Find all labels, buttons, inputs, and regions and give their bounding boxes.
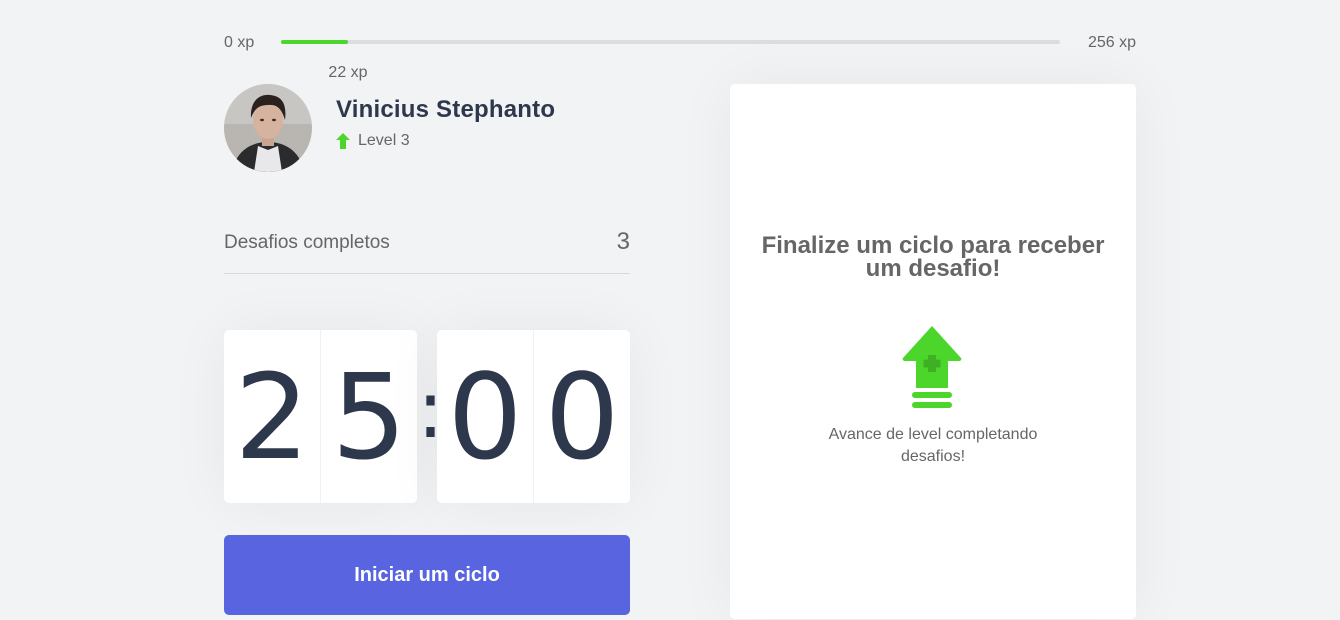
challenge-title: Finalize um ciclo para receber um desafi… (761, 232, 1105, 282)
minutes-ones-digit: 5 (320, 330, 417, 503)
level-up-arrow-icon (902, 326, 962, 408)
level-up-arrow-icon (336, 133, 350, 149)
completed-challenges-count: 3 (616, 228, 630, 255)
countdown-minutes: 2 5 (224, 330, 417, 503)
minutes-tens-digit: 2 (234, 347, 310, 486)
xp-progress-fill (281, 40, 348, 44)
xp-current-label: 22 xp (328, 64, 368, 81)
profile: Vinicius Stephanto Level 3 (224, 84, 630, 172)
countdown-seconds: 0 0 (437, 330, 630, 503)
profile-level: Level 3 (336, 132, 555, 150)
xp-max-label: 256 xp (1087, 34, 1136, 51)
avatar (224, 84, 312, 172)
experience-bar: 0 xp 22 xp 256 xp (224, 30, 1136, 81)
challenge-description: Avance de level completando desafios! (828, 426, 1038, 465)
xp-track: 22 xp (281, 40, 1060, 81)
completed-challenges: Desafios completos 3 (224, 228, 630, 274)
start-cycle-button[interactable]: Iniciar um ciclo (224, 535, 630, 615)
completed-challenges-label: Desafios completos (224, 232, 390, 253)
seconds-ones-digit: 0 (533, 330, 630, 503)
profile-info: Vinicius Stephanto Level 3 (336, 96, 555, 150)
seconds-tens-digit: 0 (447, 347, 523, 486)
challenge-box: Finalize um ciclo para receber um desafi… (730, 84, 1136, 619)
left-column: Vinicius Stephanto Level 3 Desafios comp… (224, 84, 630, 615)
profile-name: Vinicius Stephanto (336, 96, 556, 123)
level-label: Level 3 (358, 132, 410, 149)
countdown: 2 5 : 0 0 (224, 330, 630, 503)
countdown-separator: : (417, 362, 444, 456)
xp-min-label: 0 xp (224, 34, 255, 51)
